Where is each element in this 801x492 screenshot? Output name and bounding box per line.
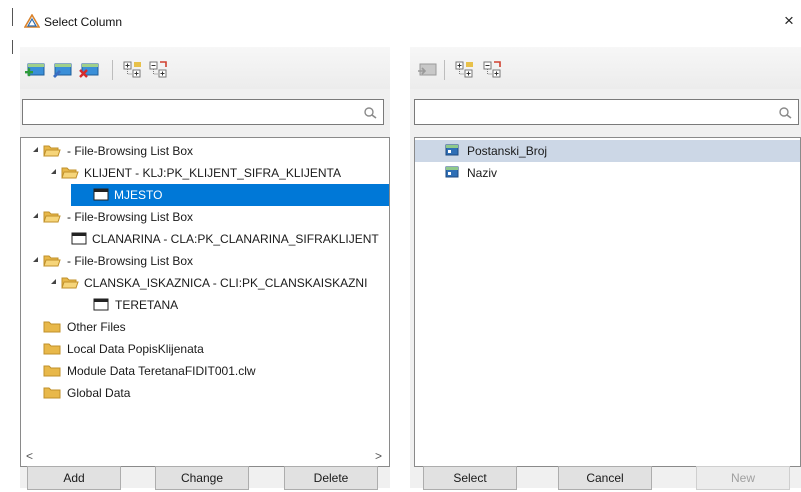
expand-toggle-icon[interactable]	[33, 213, 38, 218]
tree-node-mjesto[interactable]: MJESTO	[71, 184, 389, 206]
folder-open-icon	[43, 255, 61, 267]
delete-column-icon[interactable]	[78, 60, 100, 80]
column-icon	[445, 166, 459, 178]
folder-open-icon	[43, 145, 61, 157]
tree-node-label: - File-Browsing List Box	[67, 144, 194, 158]
list-item-label: Naziv	[467, 166, 498, 180]
left-panel: - File-Browsing List Box KLIJENT - KLJ:P…	[20, 47, 390, 488]
tree-node-group-2[interactable]: - File-Browsing List Box	[21, 206, 389, 228]
close-button[interactable]: ×	[778, 9, 800, 33]
select-column-icon[interactable]	[416, 60, 438, 80]
collapse-all-icon[interactable]	[148, 60, 170, 80]
folder-icon	[43, 321, 61, 333]
add-button[interactable]: Add	[27, 466, 121, 490]
tree-node-label: CLANARINA - CLA:PK_CLANARINA_SIFRAKLIJEN…	[92, 232, 379, 246]
right-toolbar	[410, 47, 801, 89]
search-icon[interactable]	[363, 106, 379, 120]
tree-node-clanska[interactable]: CLANSKA_ISKAZNICA - CLI:PK_CLANSKAISKAZN…	[21, 272, 389, 294]
right-search-box	[414, 99, 799, 125]
change-column-icon[interactable]	[51, 60, 73, 80]
add-column-icon[interactable]	[24, 60, 46, 80]
tree-node-label: TERETANA	[115, 298, 179, 312]
left-toolbar	[20, 47, 390, 89]
tree-node-local-data[interactable]: Local Data PopisKlijenata	[21, 338, 389, 360]
tree-node-other-files[interactable]: Other Files	[21, 316, 389, 338]
window-edge	[12, 8, 13, 26]
folder-icon	[43, 343, 61, 355]
scroll-right-arrow-icon[interactable]: >	[375, 449, 382, 463]
tree-node-label: CLANSKA_ISKAZNICA - CLI:PK_CLANSKAISKAZN…	[84, 276, 368, 290]
tree-node-clanarina[interactable]: CLANARINA - CLA:PK_CLANARINA_SIFRAKLIJEN…	[21, 228, 389, 250]
window-title: Select Column	[44, 15, 123, 29]
title-bar: Select Column ×	[0, 0, 801, 40]
select-button[interactable]: Select	[423, 466, 517, 490]
horizontal-scrollbar[interactable]: < >	[22, 447, 388, 465]
column-icon	[445, 144, 459, 156]
folder-open-icon	[43, 211, 61, 223]
tree-node-klijent[interactable]: KLIJENT - KLJ:PK_KLIJENT_SIFRA_KLIJENTA	[21, 162, 389, 184]
expand-toggle-icon[interactable]	[51, 169, 56, 174]
tree-node-label: - File-Browsing List Box	[67, 254, 194, 268]
folder-open-icon	[61, 277, 79, 289]
delete-button[interactable]: Delete	[284, 466, 378, 490]
app-icon	[24, 14, 40, 28]
left-search-box	[22, 99, 384, 125]
collapse-all-icon[interactable]	[482, 60, 504, 80]
folder-icon	[43, 365, 61, 377]
search-icon[interactable]	[778, 106, 794, 120]
expand-toggle-icon[interactable]	[51, 279, 56, 284]
tree-node-label: Local Data PopisKlijenata	[67, 342, 204, 356]
new-button[interactable]: New	[696, 466, 790, 490]
left-search-input[interactable]	[23, 100, 383, 124]
window-edge	[12, 40, 13, 54]
tree-node-label: Module Data TeretanaFIDIT001.clw	[67, 364, 256, 378]
toolbar-separator	[112, 60, 113, 80]
expand-toggle-icon[interactable]	[33, 257, 38, 262]
tree-node-label: - File-Browsing List Box	[67, 210, 194, 224]
list-item[interactable]: Postanski_Broj	[415, 140, 800, 162]
table-icon	[71, 232, 87, 245]
right-column-list[interactable]: Postanski_Broj Naziv	[414, 137, 801, 467]
table-icon	[93, 188, 109, 201]
tree-node-module-data[interactable]: Module Data TeretanaFIDIT001.clw	[21, 360, 389, 382]
tree-node-global-data[interactable]: Global Data	[21, 382, 389, 404]
expand-toggle-icon[interactable]	[33, 147, 38, 152]
list-item-label: Postanski_Broj	[467, 144, 548, 158]
cancel-button[interactable]: Cancel	[558, 466, 652, 490]
tree-node-label: Global Data	[67, 386, 131, 400]
tree-node-label: KLIJENT - KLJ:PK_KLIJENT_SIFRA_KLIJENTA	[84, 166, 341, 180]
tree-node-teretana[interactable]: TERETANA	[21, 294, 389, 316]
table-icon	[93, 298, 109, 311]
expand-all-icon[interactable]	[454, 60, 476, 80]
right-search-input[interactable]	[415, 100, 798, 124]
right-panel: Postanski_Broj Naziv	[410, 47, 801, 488]
tree-node-group-1[interactable]: - File-Browsing List Box	[21, 140, 389, 162]
tree-node-group-3[interactable]: - File-Browsing List Box	[21, 250, 389, 272]
left-tree-view[interactable]: - File-Browsing List Box KLIJENT - KLJ:P…	[20, 137, 390, 467]
scroll-left-arrow-icon[interactable]: <	[26, 449, 33, 463]
list-item[interactable]: Naziv	[415, 162, 800, 184]
expand-all-icon[interactable]	[122, 60, 144, 80]
tree-node-label: MJESTO	[114, 188, 163, 202]
tree-node-label: Other Files	[67, 320, 126, 334]
toolbar-separator	[444, 60, 445, 80]
folder-icon	[43, 387, 61, 399]
change-button[interactable]: Change	[155, 466, 249, 490]
folder-open-icon	[61, 167, 79, 179]
